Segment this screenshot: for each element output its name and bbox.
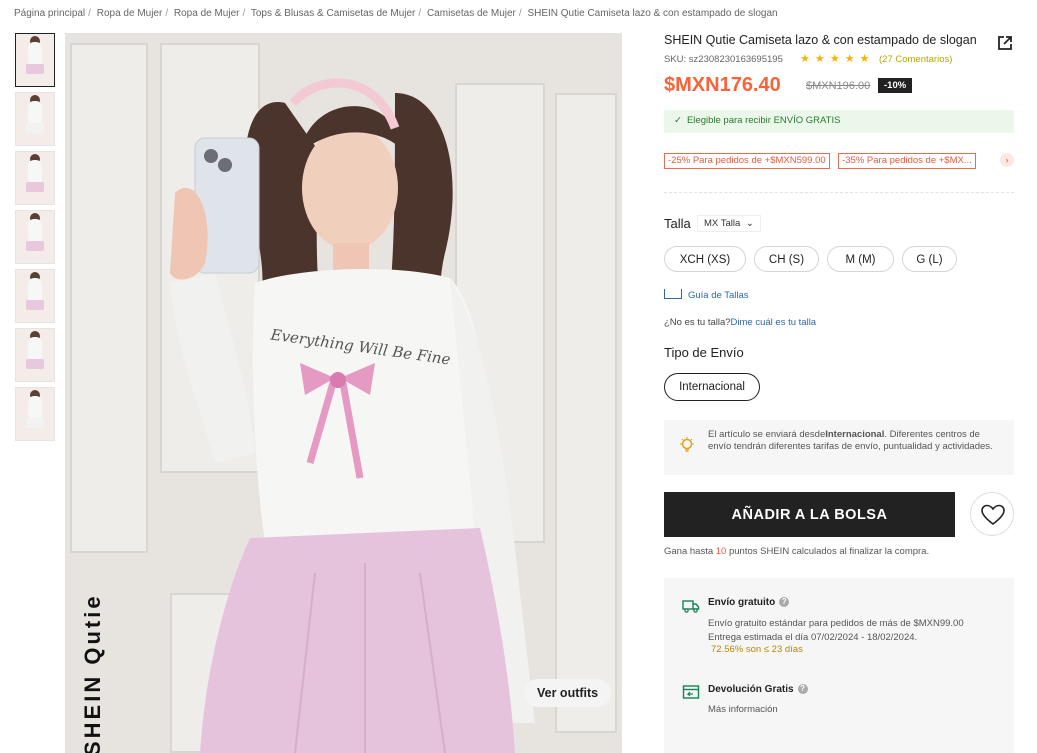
more-info-link[interactable]: Más información <box>708 704 778 715</box>
help-icon[interactable]: ? <box>779 597 790 608</box>
not-your-size-text: ¿No es tu talla? <box>664 317 731 328</box>
thumbnail-6[interactable] <box>15 328 55 382</box>
breadcrumb-tops[interactable]: Tops & Blusas & Camisetas de Mujer <box>251 8 416 19</box>
breadcrumb-ropa-mujer-2[interactable]: Ropa de Mujer <box>174 8 240 19</box>
size-s-button[interactable]: CH (S) <box>754 246 819 272</box>
tell-size-link[interactable]: Dime cuál es tu talla <box>731 317 817 328</box>
size-l-button[interactable]: G (L) <box>902 246 957 272</box>
thumbnail-4[interactable] <box>15 210 55 264</box>
free-return-title-text: Devolución Gratis <box>708 684 794 695</box>
check-icon: ✓ <box>674 115 682 126</box>
size-guide-text: Guía de Tallas <box>688 290 749 301</box>
shipping-notice: El artículo se enviará desdeInternaciona… <box>664 420 1014 475</box>
thumbnail-5[interactable] <box>15 269 55 323</box>
points-text-a: Gana hasta <box>664 546 716 557</box>
size-system-value: MX Talla <box>704 218 741 229</box>
brand-watermark: SHEIN Qutie <box>80 593 105 753</box>
shipping-international-option[interactable]: Internacional <box>664 373 760 401</box>
thumbnail-1[interactable] <box>15 33 55 87</box>
thumbnail-2[interactable] <box>15 92 55 146</box>
breadcrumb-home[interactable]: Página principal <box>14 8 85 19</box>
size-m-button[interactable]: M (M) <box>827 246 894 272</box>
current-price: $MXN176.40 <box>664 74 781 96</box>
divider <box>664 192 1014 193</box>
ruler-icon <box>664 289 682 300</box>
shipping-info-box: Envío gratuito? Envío gratuito estándar … <box>664 578 1014 753</box>
free-shipping-desc: Envío gratuito estándar para pedidos de … <box>708 618 964 629</box>
thumbnail-list <box>15 33 57 446</box>
free-shipping-title-text: Envío gratuito <box>708 597 776 608</box>
points-text-b: puntos SHEIN calculados al finalizar la … <box>726 546 930 557</box>
notice-text-a: El artículo se enviará desde <box>708 429 826 440</box>
points-number: 10 <box>715 546 727 557</box>
not-your-size: ¿No es tu talla?Dime cuál es tu talla <box>664 317 816 328</box>
chevron-right-icon[interactable]: › <box>1000 153 1014 167</box>
shipping-type-label: Tipo de Envío <box>664 345 744 360</box>
breadcrumb: Página principal / Ropa de Mujer / Ropa de… <box>14 8 778 19</box>
add-to-bag-button[interactable]: AÑADIR A LA BOLSA <box>664 492 955 537</box>
size-xs-button[interactable]: XCH (XS) <box>664 246 746 272</box>
ver-outfits-button[interactable]: Ver outfits <box>524 679 612 707</box>
free-shipping-banner: ✓ Elegible para recibir ENVÍO GRATIS <box>664 110 1014 133</box>
help-icon[interactable]: ? <box>797 684 808 695</box>
size-guide-link[interactable]: Guía de Tallas <box>664 289 749 301</box>
coupon-list: -25% Para pedidos de +$MXN599.00 -35% Pa… <box>664 153 1014 169</box>
delivery-percentage: 72.56% son ≤ 23 días <box>711 644 803 655</box>
coupon-25[interactable]: -25% Para pedidos de +$MXN599.00 <box>664 153 830 169</box>
notice-text-bold: Internacional <box>825 429 885 440</box>
reviews-link[interactable]: (27 Comentarios) <box>879 54 952 65</box>
wishlist-button[interactable] <box>970 492 1014 536</box>
product-title: SHEIN Qutie Camiseta lazo & con estampad… <box>664 33 977 47</box>
rating-stars-icon: ★ ★ ★ ★ ★ <box>800 53 871 65</box>
heart-icon <box>981 504 1005 526</box>
main-product-image[interactable]: Everything Will Be Fine SHEIN Qutie Ver … <box>65 33 622 753</box>
sku-text: SKU: sz2308230163695195 <box>664 54 783 65</box>
delivery-estimate: Entrega estimada el día 07/02/2024 - 18/… <box>708 632 918 643</box>
lightbulb-icon <box>680 437 694 452</box>
return-box-icon <box>682 685 700 699</box>
size-options: XCH (XS) CH (S) M (M) G (L) <box>664 246 965 272</box>
size-label: Talla <box>664 216 691 231</box>
points-info: Gana hasta 10 puntos SHEIN calculados al… <box>664 546 929 557</box>
discount-badge: -10% <box>878 78 913 93</box>
model-illustration <box>170 78 535 753</box>
coupon-35[interactable]: -35% Para pedidos de +$MX... <box>838 153 976 169</box>
truck-icon <box>682 600 700 613</box>
thumbnail-7[interactable] <box>15 387 55 441</box>
free-shipping-text: Elegible para recibir ENVÍO GRATIS <box>686 115 841 126</box>
share-icon[interactable] <box>996 34 1014 52</box>
breadcrumb-current: SHEIN Qutie Camiseta lazo & con estampad… <box>527 8 778 19</box>
original-price: $MXN196.00 <box>806 80 871 92</box>
chevron-down-icon: ⌄ <box>745 218 754 229</box>
thumbnail-3[interactable] <box>15 151 55 205</box>
breadcrumb-ropa-mujer[interactable]: Ropa de Mujer <box>97 8 163 19</box>
free-return-title: Devolución Gratis? <box>708 684 808 695</box>
free-shipping-title: Envío gratuito? <box>708 597 790 608</box>
size-system-select[interactable]: MX Talla ⌄ <box>697 215 761 232</box>
breadcrumb-camisetas[interactable]: Camisetas de Mujer <box>427 8 516 19</box>
